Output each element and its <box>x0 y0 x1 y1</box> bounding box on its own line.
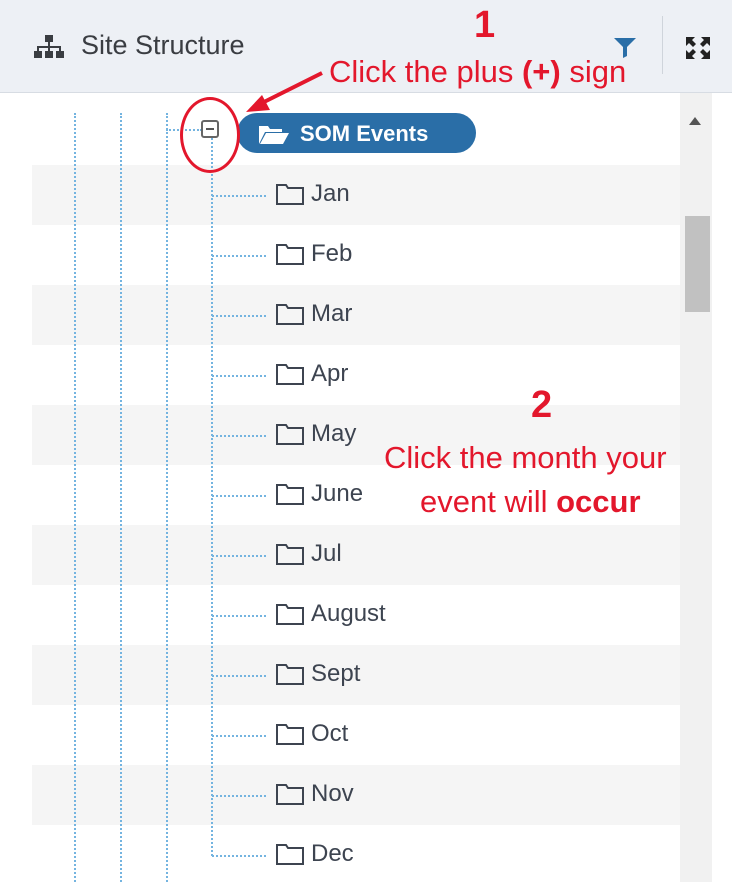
step-1-emphasis: (+) <box>521 54 561 89</box>
step-1-text: Click the plus <box>329 54 522 89</box>
step-2-number: 2 <box>531 384 553 426</box>
step-1-instruction: Click the plus (+) sign <box>329 54 626 90</box>
step-2-instruction-line-1: Click the month your <box>384 440 667 475</box>
step-2-instruction-line-2: event will occur <box>420 484 641 520</box>
step-2-text: event will <box>420 484 557 519</box>
step-1-text-end: sign <box>560 54 627 89</box>
step-2-emphasis: occur <box>556 484 641 519</box>
step-1-number: 1 <box>474 4 496 46</box>
